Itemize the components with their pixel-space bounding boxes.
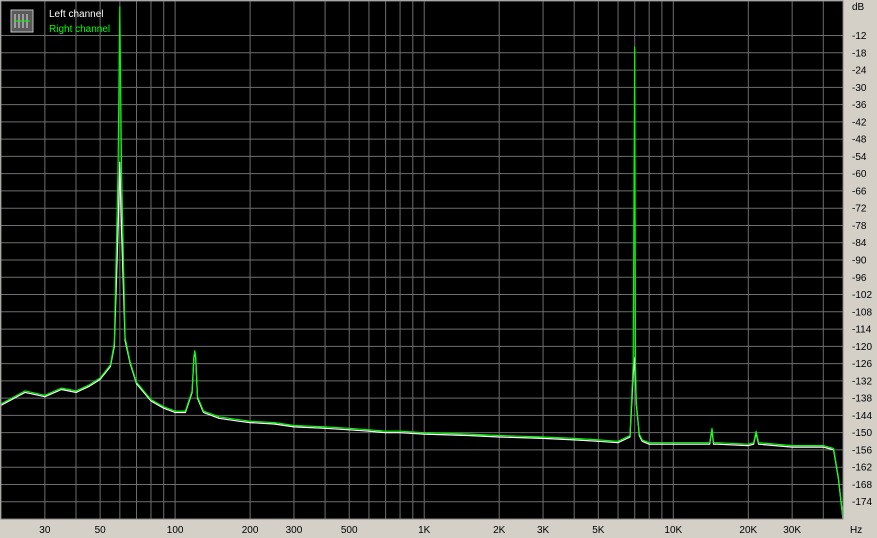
x-tick-label-5: 500 — [341, 525, 358, 536]
x-tick-label-11: 20K — [739, 525, 757, 536]
y-tick-label-23: -150 — [852, 428, 872, 439]
y-tick-label-11: -78 — [852, 221, 867, 232]
legend-entry-left-channel: Left channel — [49, 9, 104, 20]
spectrum-chart: dB -12 -18 -24 -30 -36 -42 -48 -54 -60 -66 -72 -78 -… — [0, 0, 877, 538]
x-tick-label-6: 1K — [418, 525, 431, 536]
y-tick-label-15: -102 — [852, 290, 872, 301]
y-tick-label-3: -30 — [852, 83, 867, 94]
y-tick-label-14: -96 — [852, 273, 867, 284]
y-tick-label-2: -24 — [852, 66, 867, 77]
x-tick-label-4: 300 — [286, 525, 303, 536]
y-tick-label-22: -144 — [852, 411, 872, 422]
y-tick-label-27: -174 — [852, 497, 872, 508]
x-tick-label-3: 200 — [242, 525, 259, 536]
y-tick-label-6: -48 — [852, 135, 867, 146]
y-tick-label-7: -54 — [852, 152, 867, 163]
y-tick-label-24: -156 — [852, 445, 872, 456]
x-unit-label: Hz — [850, 525, 862, 536]
y-tick-label-5: -42 — [852, 117, 867, 128]
y-tick-label-10: -72 — [852, 204, 867, 215]
y-tick-label-9: -66 — [852, 186, 867, 197]
y-tick-label-8: -60 — [852, 169, 867, 180]
y-tick-label-0: -12 — [852, 31, 867, 42]
y-tick-label-26: -168 — [852, 480, 872, 491]
x-tick-label-2: 100 — [167, 525, 184, 536]
y-tick-label-17: -114 — [852, 325, 872, 336]
y-tick-label-1: -18 — [852, 48, 867, 59]
y-tick-label-18: -120 — [852, 342, 872, 353]
y-tick-label-12: -84 — [852, 238, 867, 249]
x-tick-label-10: 10K — [664, 525, 682, 536]
y-tick-label-21: -138 — [852, 394, 872, 405]
y-tick-label-25: -162 — [852, 463, 872, 474]
y-tick-label-16: -108 — [852, 307, 872, 318]
x-tick-label-7: 2K — [493, 525, 506, 536]
legend-entry-right-channel: Right channel — [49, 24, 110, 35]
x-tick-label-1: 50 — [95, 525, 107, 536]
y-tick-label-19: -126 — [852, 359, 872, 370]
y-tick-label-13: -90 — [852, 256, 867, 267]
x-tick-label-12: 30K — [783, 525, 801, 536]
x-tick-label-8: 3K — [537, 525, 550, 536]
y-tick-label-20: -132 — [852, 376, 872, 387]
y-tick-label-4: -36 — [852, 100, 867, 111]
y-unit-label: dB — [852, 2, 865, 13]
x-tick-label-0: 30 — [39, 525, 51, 536]
x-tick-label-9: 5K — [592, 525, 605, 536]
